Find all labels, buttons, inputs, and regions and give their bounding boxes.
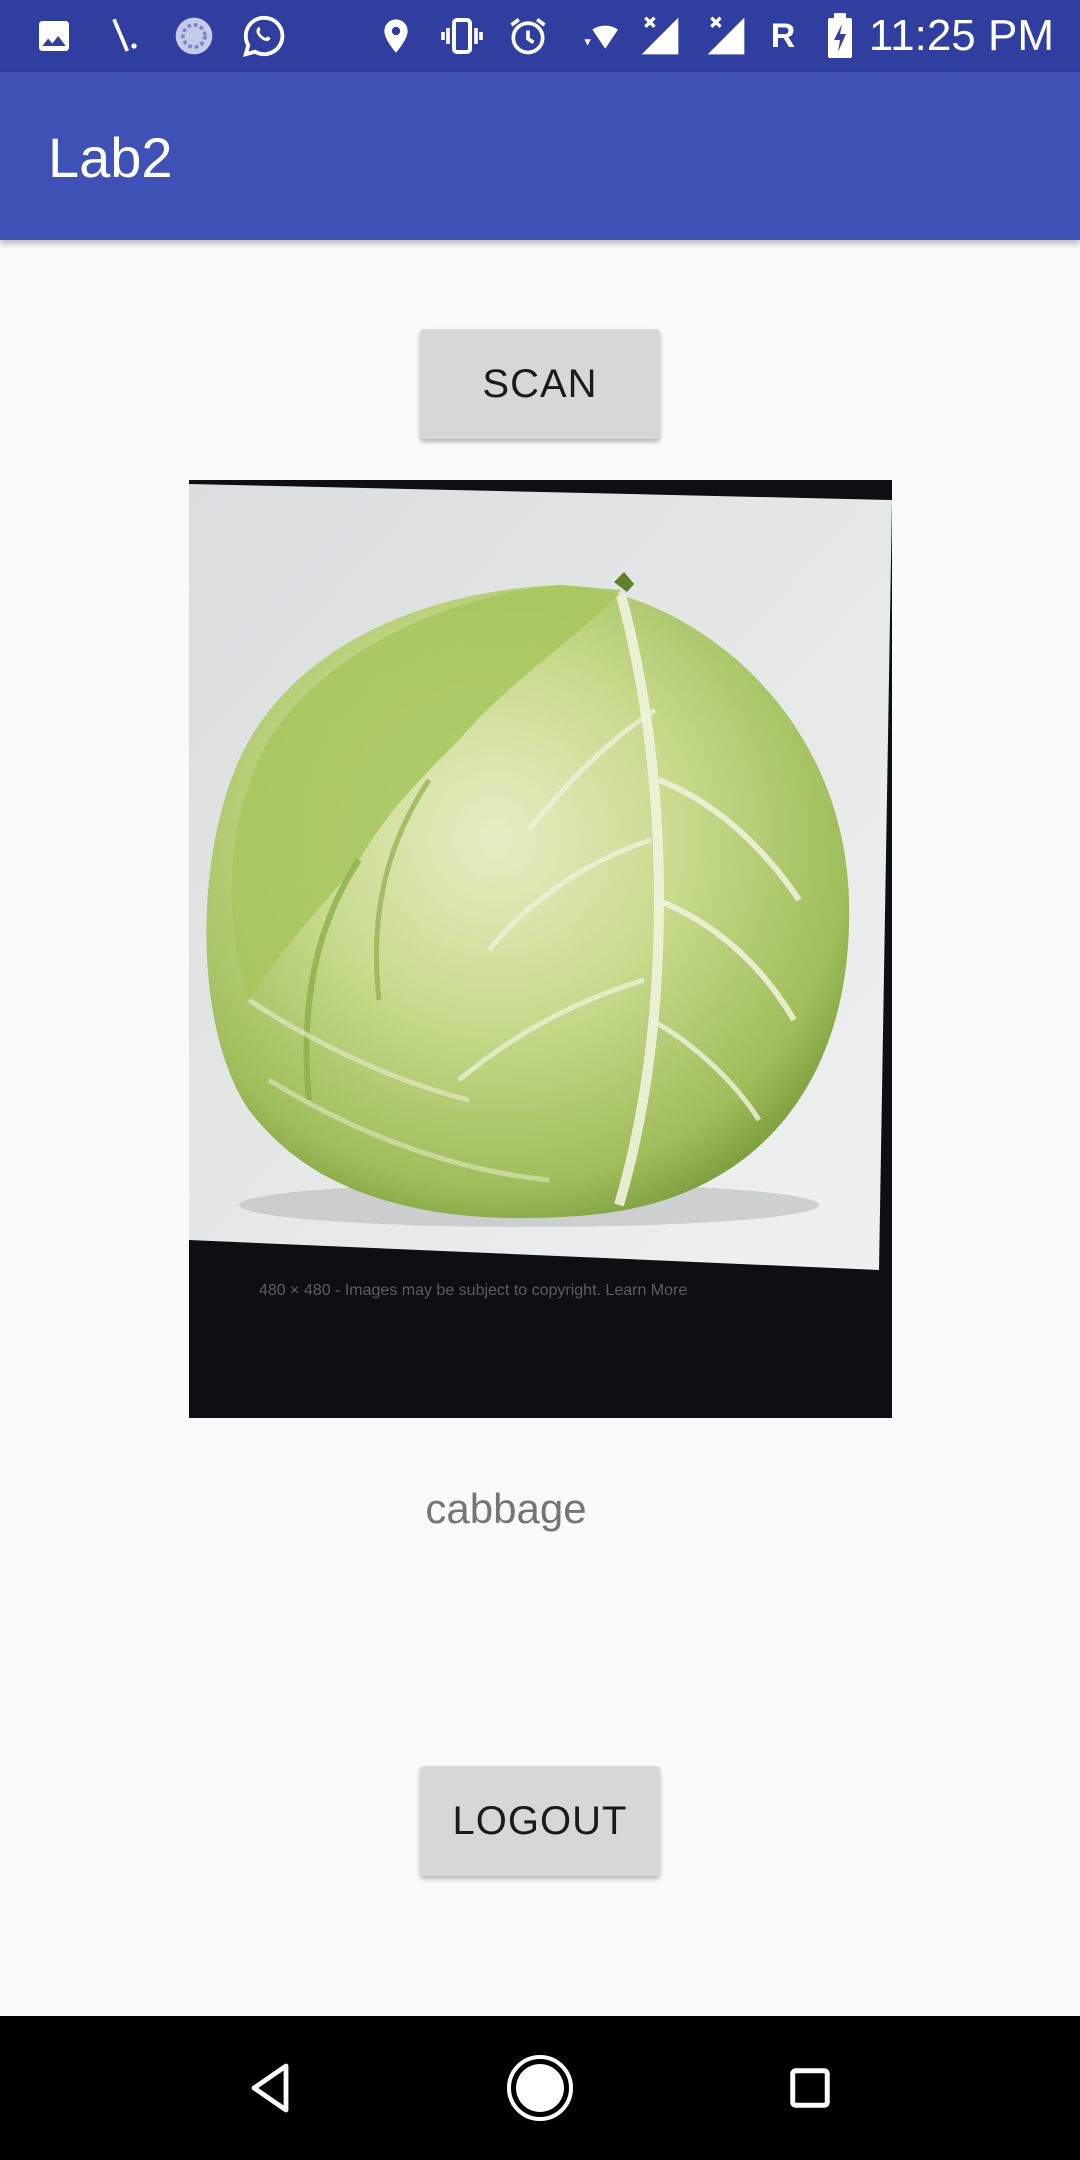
photo-caption: 480 × 480 - Images may be subject to cop…: [259, 1282, 687, 1299]
back-icon[interactable]: [230, 2048, 310, 2128]
battery-charging-icon: [816, 12, 864, 60]
location-icon: [372, 12, 420, 60]
signal-tool-icon: [100, 12, 148, 60]
sync-app-icon: [170, 12, 218, 60]
logout-button[interactable]: LOGOUT: [420, 1766, 660, 1876]
cell-signal-icon: [636, 12, 684, 60]
cell-signal-icon: [702, 12, 750, 60]
scanned-photo: 480 × 480 - Images may be subject to cop…: [189, 480, 892, 1418]
wifi-icon: [570, 12, 618, 60]
image-icon: [30, 12, 78, 60]
result-label: cabbage: [425, 1485, 587, 1532]
home-icon[interactable]: [500, 2048, 580, 2128]
recent-apps-icon[interactable]: [770, 2048, 850, 2128]
status-time: 11:25 PM: [868, 11, 1054, 60]
alarm-icon: [504, 12, 552, 60]
status-bar: R 11:25 PM: [0, 0, 1080, 72]
scan-button[interactable]: SCAN: [420, 329, 660, 439]
app-title: Lab2: [48, 126, 173, 189]
vibrate-icon: [438, 12, 486, 60]
app-bar: Lab2: [0, 72, 1080, 240]
navigation-bar: [0, 2016, 1080, 2160]
roaming-indicator: R: [770, 16, 796, 55]
whatsapp-icon: [240, 12, 288, 60]
